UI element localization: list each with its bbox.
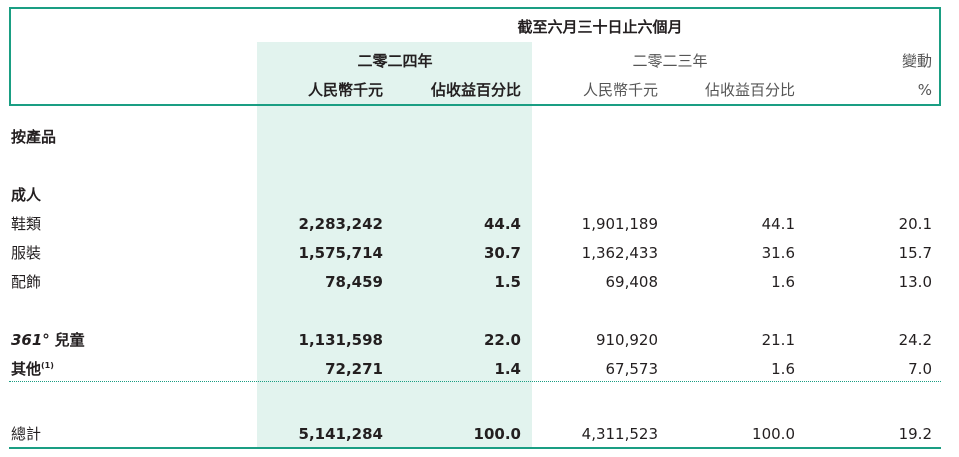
year-2023-heading: 二零二三年 (632, 52, 708, 70)
value-2023: 4,311,523 (581, 425, 658, 443)
total-underline (9, 447, 941, 449)
pct-2024: 1.5 (494, 273, 521, 291)
row-label: 總計 (11, 425, 42, 443)
change-value: 13.0 (898, 273, 932, 291)
period-heading: 截至六月三十日止六個月 (517, 18, 683, 36)
dotted-separator (9, 381, 941, 382)
value-2024: 72,271 (325, 360, 383, 378)
row-label: 配飾 (11, 273, 42, 291)
pct-2023: 1.6 (771, 273, 795, 291)
footnote-marker: (1) (41, 361, 54, 370)
row-label: 361° 兒童 (11, 330, 85, 350)
pct-2024: 22.0 (483, 331, 521, 349)
value-2023: 1,362,433 (581, 244, 658, 262)
value-2024: 78,459 (325, 273, 383, 291)
pct-2023: 31.6 (761, 244, 795, 262)
pct-2023: 44.1 (761, 215, 795, 233)
value-2024: 2,283,242 (298, 215, 383, 233)
adult-title: 成人 (11, 186, 42, 204)
row-label: 鞋類 (11, 215, 42, 233)
change-value: 7.0 (908, 360, 932, 378)
year-2024-heading: 二零二四年 (357, 52, 433, 70)
pct-2024: 1.4 (494, 360, 521, 378)
row-label: 其他(1) (11, 359, 54, 379)
pct-2023: 100.0 (752, 425, 795, 443)
section-title: 按產品 (11, 128, 57, 146)
value-2023: 67,573 (605, 360, 659, 378)
rmb-2023-heading: 人民幣千元 (582, 81, 658, 99)
value-2024: 5,141,284 (298, 425, 383, 443)
pct-2024: 30.7 (483, 244, 521, 262)
change-value: 20.1 (898, 215, 932, 233)
change-heading: 變動 (901, 52, 932, 70)
others-label: 其他 (11, 360, 42, 378)
pct-2023: 21.1 (761, 331, 795, 349)
row-label: 服裝 (11, 244, 42, 262)
change-value: 15.7 (898, 244, 932, 262)
value-2023: 69,408 (605, 273, 659, 291)
change-unit: % (917, 81, 932, 99)
value-2023: 1,901,189 (581, 215, 658, 233)
value-2023: 910,920 (595, 331, 658, 349)
pct-2024-heading: 佔收益百分比 (430, 81, 521, 99)
change-value: 24.2 (898, 331, 932, 349)
pct-2023-heading: 佔收益百分比 (704, 81, 795, 99)
pct-2024: 100.0 (473, 425, 521, 443)
rmb-2024-heading: 人民幣千元 (307, 81, 383, 99)
pct-2024: 44.4 (483, 215, 521, 233)
kids-brand: 361° (11, 331, 50, 349)
change-value: 19.2 (898, 425, 932, 443)
kids-label: 兒童 (54, 331, 85, 349)
pct-2023: 1.6 (771, 360, 795, 378)
value-2024: 1,575,714 (298, 244, 383, 262)
value-2024: 1,131,598 (298, 331, 383, 349)
